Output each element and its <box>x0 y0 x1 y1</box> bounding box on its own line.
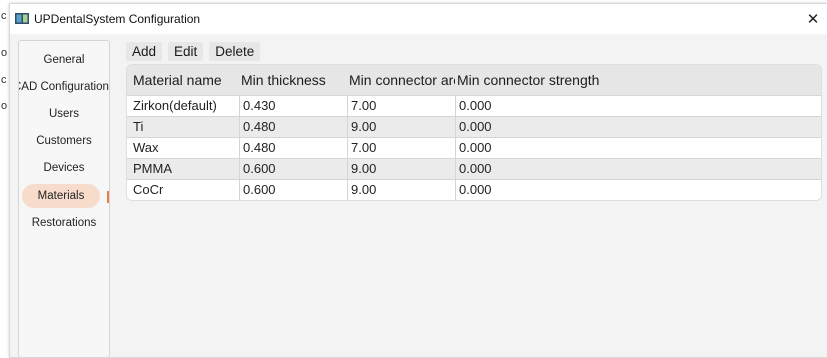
window-title: UPDentalSystem Configuration <box>34 12 201 26</box>
selection-indicator <box>107 191 109 203</box>
table-row[interactable]: Ti 0.480 9.00 0.000 <box>127 116 821 137</box>
edge-letter: c <box>1 74 7 86</box>
cell-material-name: CoCr <box>133 182 164 197</box>
table-row[interactable]: Wax 0.480 7.00 0.000 <box>127 137 821 158</box>
cell-min-connector-strength: 0.000 <box>455 117 659 137</box>
title-bar[interactable]: UPDentalSystem Configuration ✕ <box>10 4 827 34</box>
table-header: Material name Min thickness Min connecto… <box>127 65 821 95</box>
cell-min-thickness: 0.480 <box>239 117 347 137</box>
cell-min-connector-strength: 0.000 <box>455 180 659 200</box>
delete-button[interactable]: Delete <box>209 42 261 61</box>
column-header-material-name[interactable]: Material name <box>133 65 237 95</box>
cell-min-thickness: 0.480 <box>239 138 347 158</box>
column-header-min-connector-strength[interactable]: Min connector strength <box>457 65 657 95</box>
sidebar-item-restorations[interactable]: Restorations <box>19 211 109 235</box>
add-button[interactable]: Add <box>126 42 163 61</box>
edge-letter: c <box>1 10 7 22</box>
cell-min-connector-area: 9.00 <box>347 159 455 179</box>
sidebar-item-general[interactable]: General <box>19 48 109 72</box>
materials-toolbar: Add Edit Delete <box>126 42 261 61</box>
table-row[interactable]: PMMA 0.600 9.00 0.000 <box>127 158 821 179</box>
cell-min-connector-area: 9.00 <box>347 180 455 200</box>
cell-min-connector-strength: 0.000 <box>455 138 659 158</box>
cell-min-connector-area: 9.00 <box>347 117 455 137</box>
edge-letter: o <box>1 47 8 59</box>
cell-min-connector-area: 7.00 <box>347 138 455 158</box>
cell-min-thickness: 0.600 <box>239 180 347 200</box>
config-sidebar: General CAD Configuration Users Customer… <box>18 40 110 358</box>
column-header-min-thickness[interactable]: Min thickness <box>241 65 345 95</box>
table-row[interactable]: CoCr 0.600 9.00 0.000 <box>127 179 821 200</box>
column-header-min-connector-area[interactable]: Min connector area <box>349 65 455 95</box>
edit-button[interactable]: Edit <box>168 42 204 61</box>
app-icon <box>15 13 29 24</box>
cell-min-connector-area: 7.00 <box>347 96 455 116</box>
cell-material-name: Ti <box>133 119 144 134</box>
sidebar-item-materials[interactable]: Materials <box>22 184 100 208</box>
sidebar-item-cad-configuration[interactable]: CAD Configuration <box>19 75 109 99</box>
table-row[interactable]: Zirkon(default) 0.430 7.00 0.000 <box>127 95 821 116</box>
materials-table: Material name Min thickness Min connecto… <box>126 64 822 201</box>
edge-letter: o <box>1 100 8 112</box>
cell-material-name: Zirkon(default) <box>133 98 217 113</box>
cell-material-name: PMMA <box>133 161 172 176</box>
cell-min-connector-strength: 0.000 <box>455 96 659 116</box>
cell-min-connector-strength: 0.000 <box>455 159 659 179</box>
sidebar-item-devices[interactable]: Devices <box>19 156 109 180</box>
materials-panel: Add Edit Delete Material name Min thickn… <box>126 38 822 356</box>
cell-min-thickness: 0.430 <box>239 96 347 116</box>
sidebar-item-customers[interactable]: Customers <box>19 129 109 153</box>
cell-material-name: Wax <box>133 140 159 155</box>
cell-min-thickness: 0.600 <box>239 159 347 179</box>
sidebar-item-users[interactable]: Users <box>19 102 109 126</box>
configuration-window: UPDentalSystem Configuration ✕ General C… <box>9 3 827 358</box>
close-icon[interactable]: ✕ <box>798 4 827 34</box>
